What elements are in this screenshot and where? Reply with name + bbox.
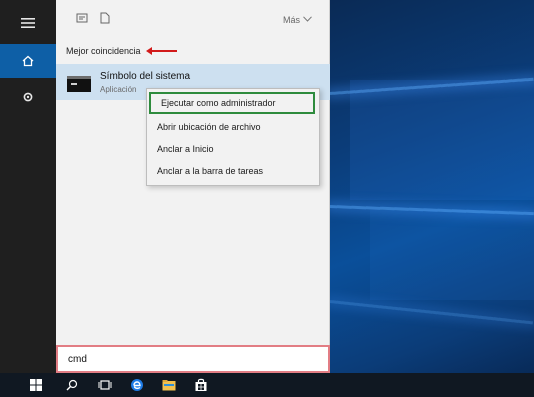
store-icon[interactable]: [188, 373, 214, 397]
result-title: Símbolo del sistema: [100, 71, 191, 82]
windows-start-icon[interactable]: [24, 373, 48, 397]
desktop-wallpaper: [330, 0, 534, 373]
hamburger-menu-icon[interactable]: [0, 6, 56, 40]
taskbar: [0, 373, 534, 397]
documents-icon[interactable]: [76, 12, 88, 27]
red-arrow-annotation: [145, 47, 177, 55]
pin-to-taskbar-item[interactable]: Anclar a la barra de tareas: [147, 160, 319, 182]
best-match-heading: Mejor coincidencia: [66, 46, 177, 56]
pin-to-start-item[interactable]: Anclar a Inicio: [147, 138, 319, 160]
start-rail: [0, 0, 56, 373]
best-match-label: Mejor coincidencia: [66, 46, 141, 56]
more-filters-dropdown[interactable]: Más: [283, 14, 312, 25]
edge-browser-icon[interactable]: [124, 373, 150, 397]
chevron-down-icon: [303, 14, 312, 25]
search-results-panel: Más Mejor coincidencia Símbolo del siste…: [56, 0, 330, 373]
search-icon[interactable]: [60, 373, 84, 397]
file-icon[interactable]: [100, 12, 110, 27]
result-type: Aplicación: [100, 85, 137, 94]
command-prompt-icon: [67, 76, 91, 92]
context-menu: Ejecutar como administrador Abrir ubicac…: [146, 88, 320, 186]
open-file-location-item[interactable]: Abrir ubicación de archivo: [147, 116, 319, 138]
settings-gear-icon[interactable]: [0, 80, 56, 114]
filter-toolbar: Más: [56, 0, 330, 40]
task-view-icon[interactable]: [92, 373, 118, 397]
search-input[interactable]: cmd: [56, 345, 330, 373]
file-explorer-icon[interactable]: [156, 373, 182, 397]
home-icon[interactable]: [0, 44, 56, 78]
run-as-administrator-item[interactable]: Ejecutar como administrador: [149, 92, 315, 114]
more-filters-label: Más: [282, 14, 300, 25]
